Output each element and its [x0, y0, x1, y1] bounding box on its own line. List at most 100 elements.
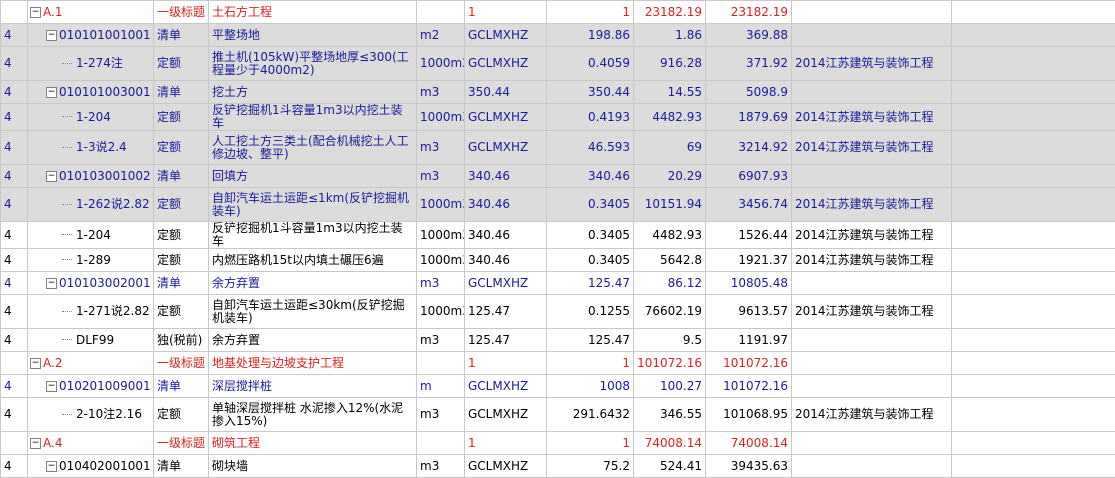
row-kind-cell[interactable]: 清单 [154, 272, 209, 295]
row-code-cell[interactable]: −010402001001 [28, 455, 154, 478]
row-kind-cell[interactable]: 清单 [154, 165, 209, 188]
row-note-cell[interactable] [792, 352, 952, 375]
row-unit-price-cell[interactable]: 74008.14 [634, 432, 706, 455]
row-name-cell[interactable]: 反铲挖掘机1斗容量1m3以内挖土装车 [209, 222, 417, 249]
row-note-cell[interactable] [792, 272, 952, 295]
row-kind-cell[interactable]: 定额 [154, 131, 209, 165]
row-unit-cell[interactable]: m3 [417, 131, 465, 165]
row-kind-cell[interactable]: 定额 [154, 222, 209, 249]
row-kind-cell[interactable]: 定额 [154, 47, 209, 81]
row-code-cell[interactable]: −A.2 [28, 352, 154, 375]
row-total-cell[interactable]: 3214.92 [706, 131, 792, 165]
table-row[interactable]: −A.1一级标题土石方工程1123182.1923182.19 [1, 1, 1115, 24]
row-unit-cell[interactable] [417, 1, 465, 24]
collapse-toggle-icon[interactable]: − [46, 381, 57, 392]
row-quantity-expr-cell[interactable]: 350.44 [465, 81, 547, 104]
row-name-cell[interactable]: 挖土方 [209, 81, 417, 104]
row-empty-cell[interactable] [952, 47, 1115, 81]
table-row[interactable]: 4−010402001001清单砌块墙m3GCLMXHZ75.2524.4139… [1, 455, 1115, 478]
row-empty-cell[interactable] [952, 81, 1115, 104]
row-level-cell[interactable]: 4 [1, 81, 28, 104]
row-quantity-expr-cell[interactable]: 340.46 [465, 222, 547, 249]
row-quantity-expr-cell[interactable]: 340.46 [465, 165, 547, 188]
row-empty-cell[interactable] [952, 165, 1115, 188]
row-note-cell[interactable]: 2014江苏建筑与装饰工程 [792, 295, 952, 329]
row-name-cell[interactable]: 内燃压路机15t以内填土碾压6遍 [209, 249, 417, 272]
row-unit-cell[interactable]: m3 [417, 455, 465, 478]
table-row[interactable]: 4−010101001001清单平整场地m2GCLMXHZ198.861.863… [1, 24, 1115, 47]
row-level-cell[interactable]: 4 [1, 249, 28, 272]
row-quantity-cell[interactable]: 291.6432 [547, 398, 634, 432]
row-unit-price-cell[interactable]: 20.29 [634, 165, 706, 188]
table-row[interactable]: 4−010201009001清单深层搅拌桩mGCLMXHZ1008100.271… [1, 375, 1115, 398]
row-kind-cell[interactable]: 定额 [154, 188, 209, 222]
row-empty-cell[interactable] [952, 398, 1115, 432]
row-unit-price-cell[interactable]: 9.5 [634, 329, 706, 352]
row-code-cell[interactable]: 1-262说2.82 [28, 188, 154, 222]
row-kind-cell[interactable]: 一级标题 [154, 1, 209, 24]
row-unit-cell[interactable]: m3 [417, 329, 465, 352]
row-unit-price-cell[interactable]: 4482.93 [634, 104, 706, 131]
row-quantity-cell[interactable]: 125.47 [547, 272, 634, 295]
row-note-cell[interactable] [792, 329, 952, 352]
row-total-cell[interactable]: 23182.19 [706, 1, 792, 24]
row-code-cell[interactable]: 1-271说2.82 [28, 295, 154, 329]
row-quantity-cell[interactable]: 0.4193 [547, 104, 634, 131]
row-name-cell[interactable]: 回填方 [209, 165, 417, 188]
row-quantity-expr-cell[interactable]: GCLMXHZ [465, 375, 547, 398]
row-total-cell[interactable]: 1921.37 [706, 249, 792, 272]
row-note-cell[interactable]: 2014江苏建筑与装饰工程 [792, 249, 952, 272]
row-note-cell[interactable]: 2014江苏建筑与装饰工程 [792, 188, 952, 222]
row-level-cell[interactable]: 4 [1, 188, 28, 222]
row-unit-price-cell[interactable]: 5642.8 [634, 249, 706, 272]
table-row[interactable]: 41-289定额内燃压路机15t以内填土碾压6遍1000m3340.460.34… [1, 249, 1115, 272]
row-empty-cell[interactable] [952, 375, 1115, 398]
row-total-cell[interactable]: 369.88 [706, 24, 792, 47]
row-quantity-cell[interactable]: 340.46 [547, 165, 634, 188]
row-total-cell[interactable]: 5098.9 [706, 81, 792, 104]
row-note-cell[interactable]: 2014江苏建筑与装饰工程 [792, 222, 952, 249]
row-unit-price-cell[interactable]: 100.27 [634, 375, 706, 398]
row-note-cell[interactable]: 2014江苏建筑与装饰工程 [792, 104, 952, 131]
row-total-cell[interactable]: 1879.69 [706, 104, 792, 131]
row-quantity-cell[interactable]: 1008 [547, 375, 634, 398]
row-quantity-expr-cell[interactable]: GCLMXHZ [465, 24, 547, 47]
row-name-cell[interactable]: 砌块墙 [209, 455, 417, 478]
row-code-cell[interactable]: DLF99 [28, 329, 154, 352]
row-quantity-cell[interactable]: 0.3405 [547, 249, 634, 272]
row-note-cell[interactable] [792, 81, 952, 104]
row-empty-cell[interactable] [952, 272, 1115, 295]
row-unit-price-cell[interactable]: 86.12 [634, 272, 706, 295]
row-level-cell[interactable]: 4 [1, 272, 28, 295]
row-unit-price-cell[interactable]: 69 [634, 131, 706, 165]
row-kind-cell[interactable]: 定额 [154, 104, 209, 131]
table-row[interactable]: 41-204定额反铲挖掘机1斗容量1m3以内挖土装车1000m3340.460.… [1, 222, 1115, 249]
row-kind-cell[interactable]: 清单 [154, 455, 209, 478]
row-unit-price-cell[interactable]: 916.28 [634, 47, 706, 81]
row-empty-cell[interactable] [952, 455, 1115, 478]
row-kind-cell[interactable]: 定额 [154, 295, 209, 329]
row-code-cell[interactable]: −A.1 [28, 1, 154, 24]
row-quantity-cell[interactable]: 75.2 [547, 455, 634, 478]
row-empty-cell[interactable] [952, 188, 1115, 222]
row-level-cell[interactable] [1, 432, 28, 455]
row-quantity-expr-cell[interactable]: GCLMXHZ [465, 104, 547, 131]
collapse-toggle-icon[interactable]: − [46, 171, 57, 182]
row-level-cell[interactable]: 4 [1, 24, 28, 47]
row-code-cell[interactable]: 1-204 [28, 104, 154, 131]
row-quantity-expr-cell[interactable]: GCLMXHZ [465, 131, 547, 165]
row-total-cell[interactable]: 10805.48 [706, 272, 792, 295]
row-total-cell[interactable]: 101072.16 [706, 352, 792, 375]
row-name-cell[interactable]: 自卸汽车运土运距≤1km(反铲挖掘机装车) [209, 188, 417, 222]
row-code-cell[interactable]: −010101003001 [28, 81, 154, 104]
table-row[interactable]: 41-262说2.82定额自卸汽车运土运距≤1km(反铲挖掘机装车)1000m3… [1, 188, 1115, 222]
row-unit-price-cell[interactable]: 4482.93 [634, 222, 706, 249]
row-name-cell[interactable]: 土石方工程 [209, 1, 417, 24]
row-empty-cell[interactable] [952, 295, 1115, 329]
row-level-cell[interactable]: 4 [1, 47, 28, 81]
row-quantity-cell[interactable]: 350.44 [547, 81, 634, 104]
collapse-toggle-icon[interactable]: − [46, 461, 57, 472]
row-unit-cell[interactable]: m3 [417, 272, 465, 295]
row-note-cell[interactable] [792, 1, 952, 24]
row-code-cell[interactable]: 1-289 [28, 249, 154, 272]
